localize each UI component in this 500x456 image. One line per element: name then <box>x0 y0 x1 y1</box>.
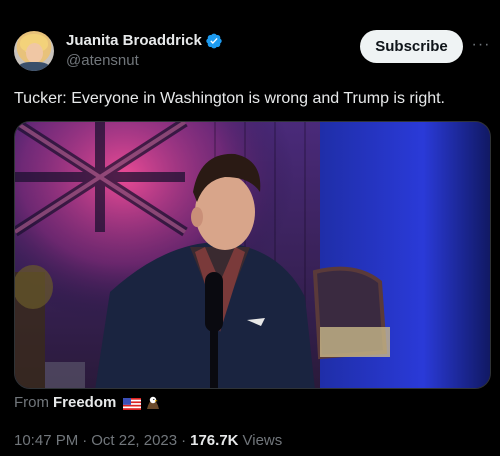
views-label: Views <box>242 432 283 449</box>
more-options-icon[interactable]: ··· <box>470 34 492 56</box>
us-flag-icon <box>123 397 142 410</box>
meta-separator: · <box>82 432 88 449</box>
views-count: 176.7K <box>190 432 239 449</box>
video-media[interactable] <box>14 121 491 389</box>
source-attribution: From Freedom <box>14 394 161 411</box>
avatar-shirt <box>18 62 50 71</box>
tweet-header: Juanita Broaddrick @atensnut Subscribe ·… <box>14 26 489 74</box>
display-name-row: Juanita Broaddrick <box>66 32 223 50</box>
avatar-face <box>26 43 43 63</box>
source-prefix: From <box>14 394 49 411</box>
avatar[interactable] <box>14 31 54 71</box>
verified-badge-icon <box>205 32 223 50</box>
video-thumbnail <box>15 122 490 388</box>
tweet-text: Tucker: Everyone in Washington is wrong … <box>14 90 445 107</box>
tweet-card: Juanita Broaddrick @atensnut Subscribe ·… <box>0 0 500 456</box>
author-display-name[interactable]: Juanita Broaddrick <box>66 32 202 50</box>
author-handle[interactable]: @atensnut <box>66 51 223 71</box>
meta-separator: · <box>181 432 187 449</box>
subscribe-button[interactable]: Subscribe <box>360 30 463 63</box>
tweet-meta: 10:47 PM · Oct 22, 2023 · 176.7K Views <box>14 432 282 449</box>
eagle-icon <box>145 395 161 411</box>
source-name[interactable]: Freedom <box>53 394 116 411</box>
tweet-date[interactable]: Oct 22, 2023 <box>91 432 177 449</box>
author-names: Juanita Broaddrick @atensnut <box>66 32 223 71</box>
tweet-time[interactable]: 10:47 PM <box>14 432 78 449</box>
